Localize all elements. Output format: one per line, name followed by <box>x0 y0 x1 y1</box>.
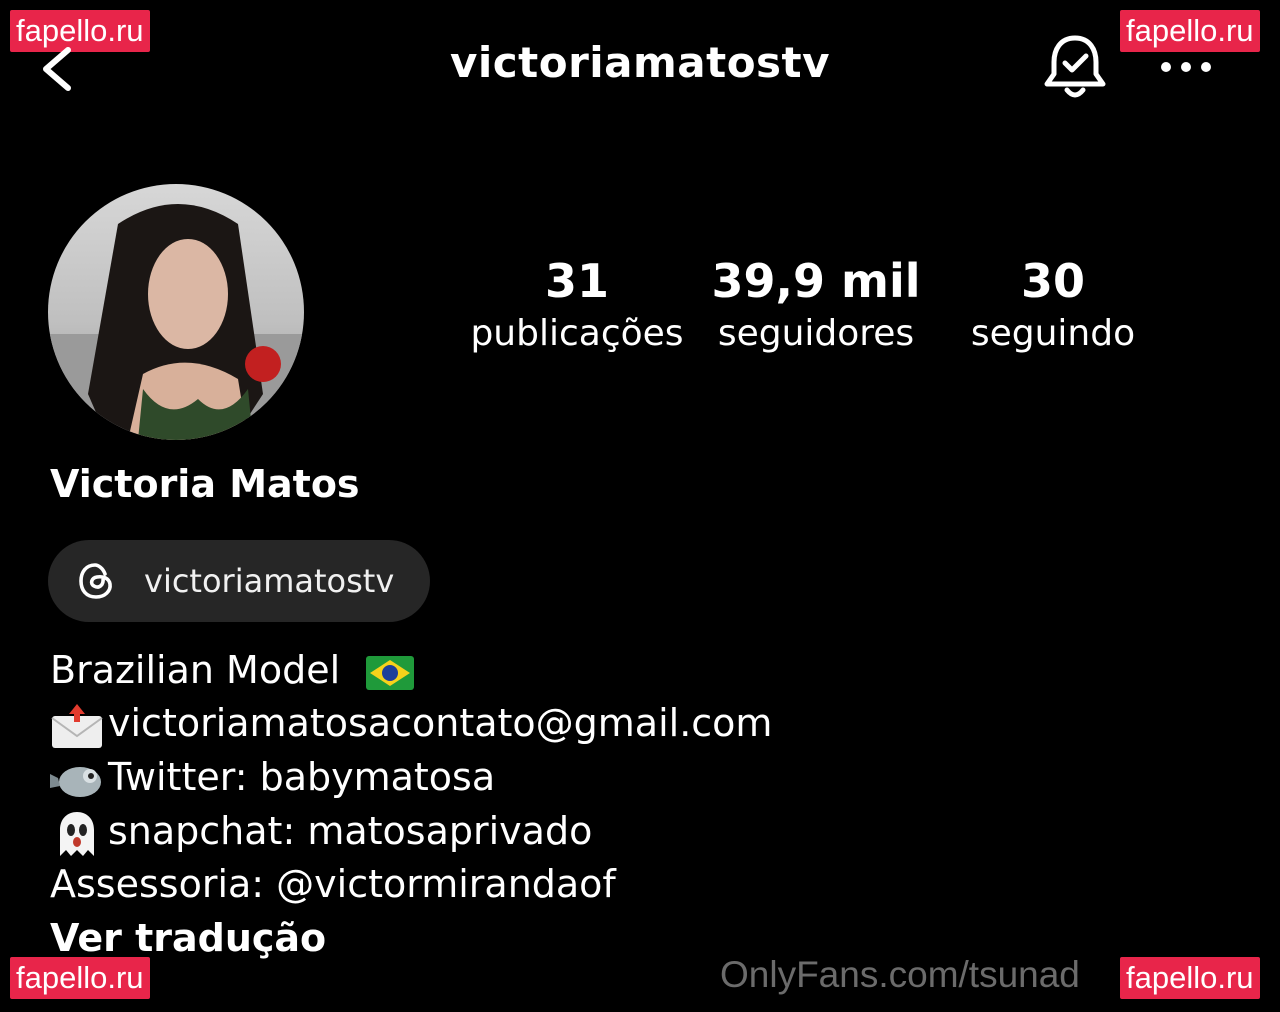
threads-icon <box>79 563 112 599</box>
threads-handle: victoriamatostv <box>144 562 395 600</box>
bio-line: Assessoria: @victormirandaof <box>50 861 616 907</box>
stat-posts-label: publicações <box>470 313 684 354</box>
watermark-top-right: fapello.ru <box>1120 10 1260 52</box>
stat-following[interactable]: 30 seguindo <box>950 252 1156 358</box>
watermark-bottom-right: fapello.ru <box>1120 957 1260 999</box>
more-dots-icon[interactable] <box>1156 50 1216 84</box>
stat-following-count: 30 <box>1020 254 1085 308</box>
stat-following-label: seguindo <box>970 313 1136 354</box>
bio-text: Brazilian Model <box>50 648 341 692</box>
threads-badge[interactable]: victoriamatostv <box>48 540 430 622</box>
stat-posts[interactable]: 31 publicações <box>462 252 692 358</box>
bio-twitter: Twitter: babymatosa <box>108 755 496 799</box>
bio-assessoria[interactable]: Assessoria: @victormirandaof <box>50 862 616 906</box>
profile-avatar[interactable] <box>48 184 304 440</box>
stat-followers[interactable]: 39,9 mil seguidores <box>700 252 932 358</box>
watermark-bottom-left: fapello.ru <box>10 957 150 999</box>
ghost-icon <box>60 811 94 856</box>
envelope-icon <box>51 703 103 748</box>
profile-username: victoriamatostv <box>449 38 831 87</box>
stat-posts-count: 31 <box>544 254 609 308</box>
bell-check-icon[interactable] <box>1040 30 1110 102</box>
stat-followers-label: seguidores <box>717 313 915 354</box>
stat-followers-count: 39,9 mil <box>711 254 921 308</box>
bird-icon <box>50 766 101 797</box>
bio-line: snapchat: matosaprivado <box>50 808 592 858</box>
avatar-photo <box>48 204 304 440</box>
bio-line: victoriamatosacontato@gmail.com <box>50 700 772 750</box>
back-chevron-icon[interactable] <box>34 44 84 94</box>
bio-email[interactable]: victoriamatosacontato@gmail.com <box>108 701 772 745</box>
bio-line: Brazilian Model <box>50 647 418 693</box>
onlyfans-overlay-text: OnlyFans.com/tsunad <box>720 954 1080 995</box>
display-name: Victoria Matos <box>50 462 360 506</box>
bio-line: Twitter: babymatosa <box>50 754 495 802</box>
bio-snapchat: snapchat: matosaprivado <box>108 809 593 853</box>
brazil-flag-icon <box>366 655 415 690</box>
see-translation-link[interactable]: Ver tradução <box>50 915 326 961</box>
